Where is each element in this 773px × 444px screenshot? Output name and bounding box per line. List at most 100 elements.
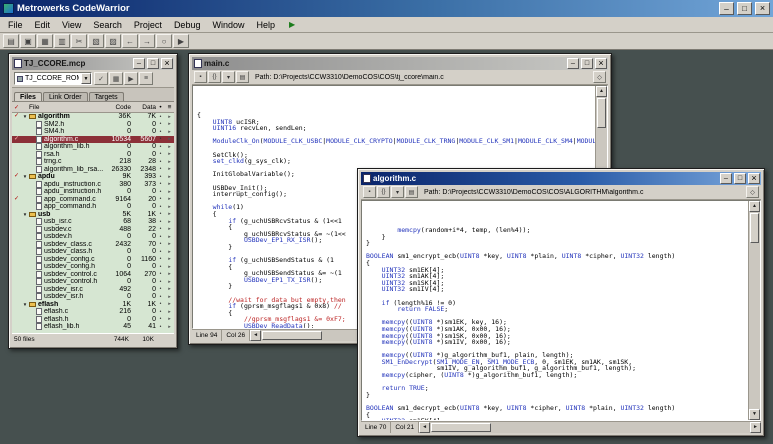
paste-icon[interactable]: ▨	[105, 34, 121, 48]
scroll-down-icon[interactable]	[749, 409, 760, 420]
menu-item[interactable]: Debug	[168, 19, 207, 31]
algorithm-editor-titlebar[interactable]: algorithm.c	[361, 172, 761, 185]
eflash.c[interactable]: eflash.c 216 0	[12, 308, 174, 316]
menu-item[interactable]: View	[56, 19, 87, 31]
usbdev.c[interactable]: usbdev.c 488 22	[12, 226, 174, 234]
menu-item[interactable]: Window	[206, 19, 250, 31]
scroll-thumb[interactable]	[431, 423, 491, 432]
source-popup-icon[interactable]: ▪	[194, 71, 207, 83]
project-tab[interactable]: Targets	[89, 92, 124, 101]
scroll-left-icon[interactable]	[419, 422, 430, 433]
algorithm[interactable]: algorithm 36K 7K	[12, 113, 174, 121]
new-file-icon[interactable]: ▤	[3, 34, 19, 48]
apdu_instruction.c[interactable]: apdu_instruction.c 380 373	[12, 181, 174, 189]
scroll-left-icon[interactable]	[250, 330, 261, 341]
project-tab[interactable]: Files	[14, 92, 42, 101]
eflash_lib.h[interactable]: eflash_lib.h 45 41	[12, 323, 174, 331]
project-close-button[interactable]	[161, 58, 173, 69]
target-selector[interactable]: TJ_CCORE_ROM ▼	[14, 72, 92, 85]
main-editor-close-button[interactable]	[595, 58, 607, 69]
project-tab[interactable]: Link Order	[43, 92, 88, 101]
search-icon[interactable]: ○	[156, 34, 172, 48]
copy-icon[interactable]: ▧	[88, 34, 104, 48]
open-file-icon[interactable]: ▣	[20, 34, 36, 48]
save-icon[interactable]: ▦	[37, 34, 53, 48]
cut-icon[interactable]: ✂	[71, 34, 87, 48]
print-icon[interactable]: ▥	[54, 34, 70, 48]
redo-icon[interactable]: →	[139, 34, 155, 48]
SM2.h[interactable]: SM2.h 0 0	[12, 121, 174, 129]
check-syntax-icon[interactable]: ✓	[94, 72, 108, 85]
app_command.c[interactable]: app_command.c 9164 20	[12, 196, 174, 204]
trng.c[interactable]: trng.c 218 28	[12, 158, 174, 166]
menu-item[interactable]: Edit	[29, 19, 57, 31]
documents-popup-icon[interactable]: ▤	[236, 71, 249, 83]
touch-column-header[interactable]: ✓	[12, 104, 21, 111]
scroll-up-icon[interactable]	[596, 86, 607, 97]
usbdev_isr.c[interactable]: usbdev_isr.c 492 0	[12, 286, 174, 294]
eflash[interactable]: eflash 1K 1K	[12, 301, 174, 309]
file-tree[interactable]: algorithm 36K 7K SM2.h 0 0	[12, 113, 174, 333]
main-editor-minimize-button[interactable]	[567, 58, 579, 69]
vertical-scrollbar[interactable]	[748, 201, 760, 420]
usbdev_isr.h[interactable]: usbdev_isr.h 0 0	[12, 293, 174, 301]
project-maximize-button[interactable]	[147, 58, 159, 69]
braces-popup-icon[interactable]: {}	[377, 186, 390, 198]
run-icon[interactable]: ▶	[289, 20, 295, 29]
minimize-button[interactable]	[719, 2, 734, 15]
apdu_instruction.h[interactable]: apdu_instruction.h 0 0	[12, 188, 174, 196]
algorithm-code-area[interactable]: memcpy(random+i*4, temp, (len%4)); }}BOO…	[362, 201, 748, 420]
expander-icon[interactable]	[21, 211, 29, 219]
expander-icon[interactable]	[21, 173, 29, 181]
SM4.h[interactable]: SM4.h 0 0	[12, 128, 174, 136]
scroll-up-icon[interactable]	[749, 201, 760, 212]
make-icon[interactable]: ▶	[124, 72, 138, 85]
main-editor-maximize-button[interactable]	[581, 58, 593, 69]
algorithm.c[interactable]: algorithm.c 10534 5607	[12, 136, 174, 144]
file-column-header[interactable]: File	[29, 104, 103, 111]
code-column-header[interactable]: Code	[103, 104, 131, 111]
algorithm-editor-close-button[interactable]	[748, 173, 760, 184]
horizontal-scrollbar[interactable]	[419, 422, 761, 433]
scroll-thumb[interactable]	[750, 213, 759, 243]
close-button[interactable]	[755, 2, 770, 15]
chevron-down-icon[interactable]: ▼	[81, 73, 91, 84]
usbdev_config.h[interactable]: usbdev_config.h 0 0	[12, 263, 174, 271]
app-titlebar[interactable]: Metrowerks CodeWarrior	[0, 0, 773, 17]
expander-icon[interactable]	[21, 113, 29, 121]
project-menu-icon[interactable]: ≡	[139, 72, 153, 85]
undo-icon[interactable]: ←	[122, 34, 138, 48]
scroll-right-icon[interactable]	[750, 422, 761, 433]
expander-icon[interactable]	[21, 301, 29, 309]
usbdev_config.c[interactable]: usbdev_config.c 0 1160	[12, 256, 174, 264]
main-editor-titlebar[interactable]: main.c	[192, 57, 608, 70]
app_command.h[interactable]: app_command.h 0 0	[12, 203, 174, 211]
maximize-button[interactable]	[737, 2, 752, 15]
usbdev_control.h[interactable]: usbdev_control.h 0 0	[12, 278, 174, 286]
scroll-thumb[interactable]	[597, 98, 606, 128]
algorithm_lib_rsa...[interactable]: algorithm_lib_rsa... 26330 2348	[12, 166, 174, 174]
markers-popup-icon[interactable]: ▾	[391, 186, 404, 198]
usbdev_control.c[interactable]: usbdev_control.c 1064 270	[12, 271, 174, 279]
menu-item[interactable]: Help	[250, 19, 281, 31]
algorithm-editor-maximize-button[interactable]	[734, 173, 746, 184]
usbdev_class.c[interactable]: usbdev_class.c 2432 70	[12, 241, 174, 249]
rsa.h[interactable]: rsa.h 0 0	[12, 151, 174, 159]
eflash.h[interactable]: eflash.h 0 0	[12, 316, 174, 324]
file-state-icon[interactable]: ◇	[593, 71, 606, 83]
source-popup-icon[interactable]: ▪	[363, 186, 376, 198]
algorithm-editor-minimize-button[interactable]	[720, 173, 732, 184]
usb_isr.c[interactable]: usb_isr.c 68 38	[12, 218, 174, 226]
file-state-icon[interactable]: ◇	[746, 186, 759, 198]
usbdev.h[interactable]: usbdev.h 0 0	[12, 233, 174, 241]
row-menu-icon[interactable]	[165, 323, 174, 332]
documents-popup-icon[interactable]: ▤	[405, 186, 418, 198]
usb[interactable]: usb 5K 1K	[12, 211, 174, 219]
algorithm_lib.h[interactable]: algorithm_lib.h 0 0	[12, 143, 174, 151]
project-minimize-button[interactable]	[133, 58, 145, 69]
braces-popup-icon[interactable]: {}	[208, 71, 221, 83]
usbdev_class.h[interactable]: usbdev_class.h 0 0	[12, 248, 174, 256]
scroll-thumb[interactable]	[262, 331, 322, 340]
markers-popup-icon[interactable]: ▾	[222, 71, 235, 83]
project-window-titlebar[interactable]: TJ_CCORE.mcp	[12, 57, 174, 70]
